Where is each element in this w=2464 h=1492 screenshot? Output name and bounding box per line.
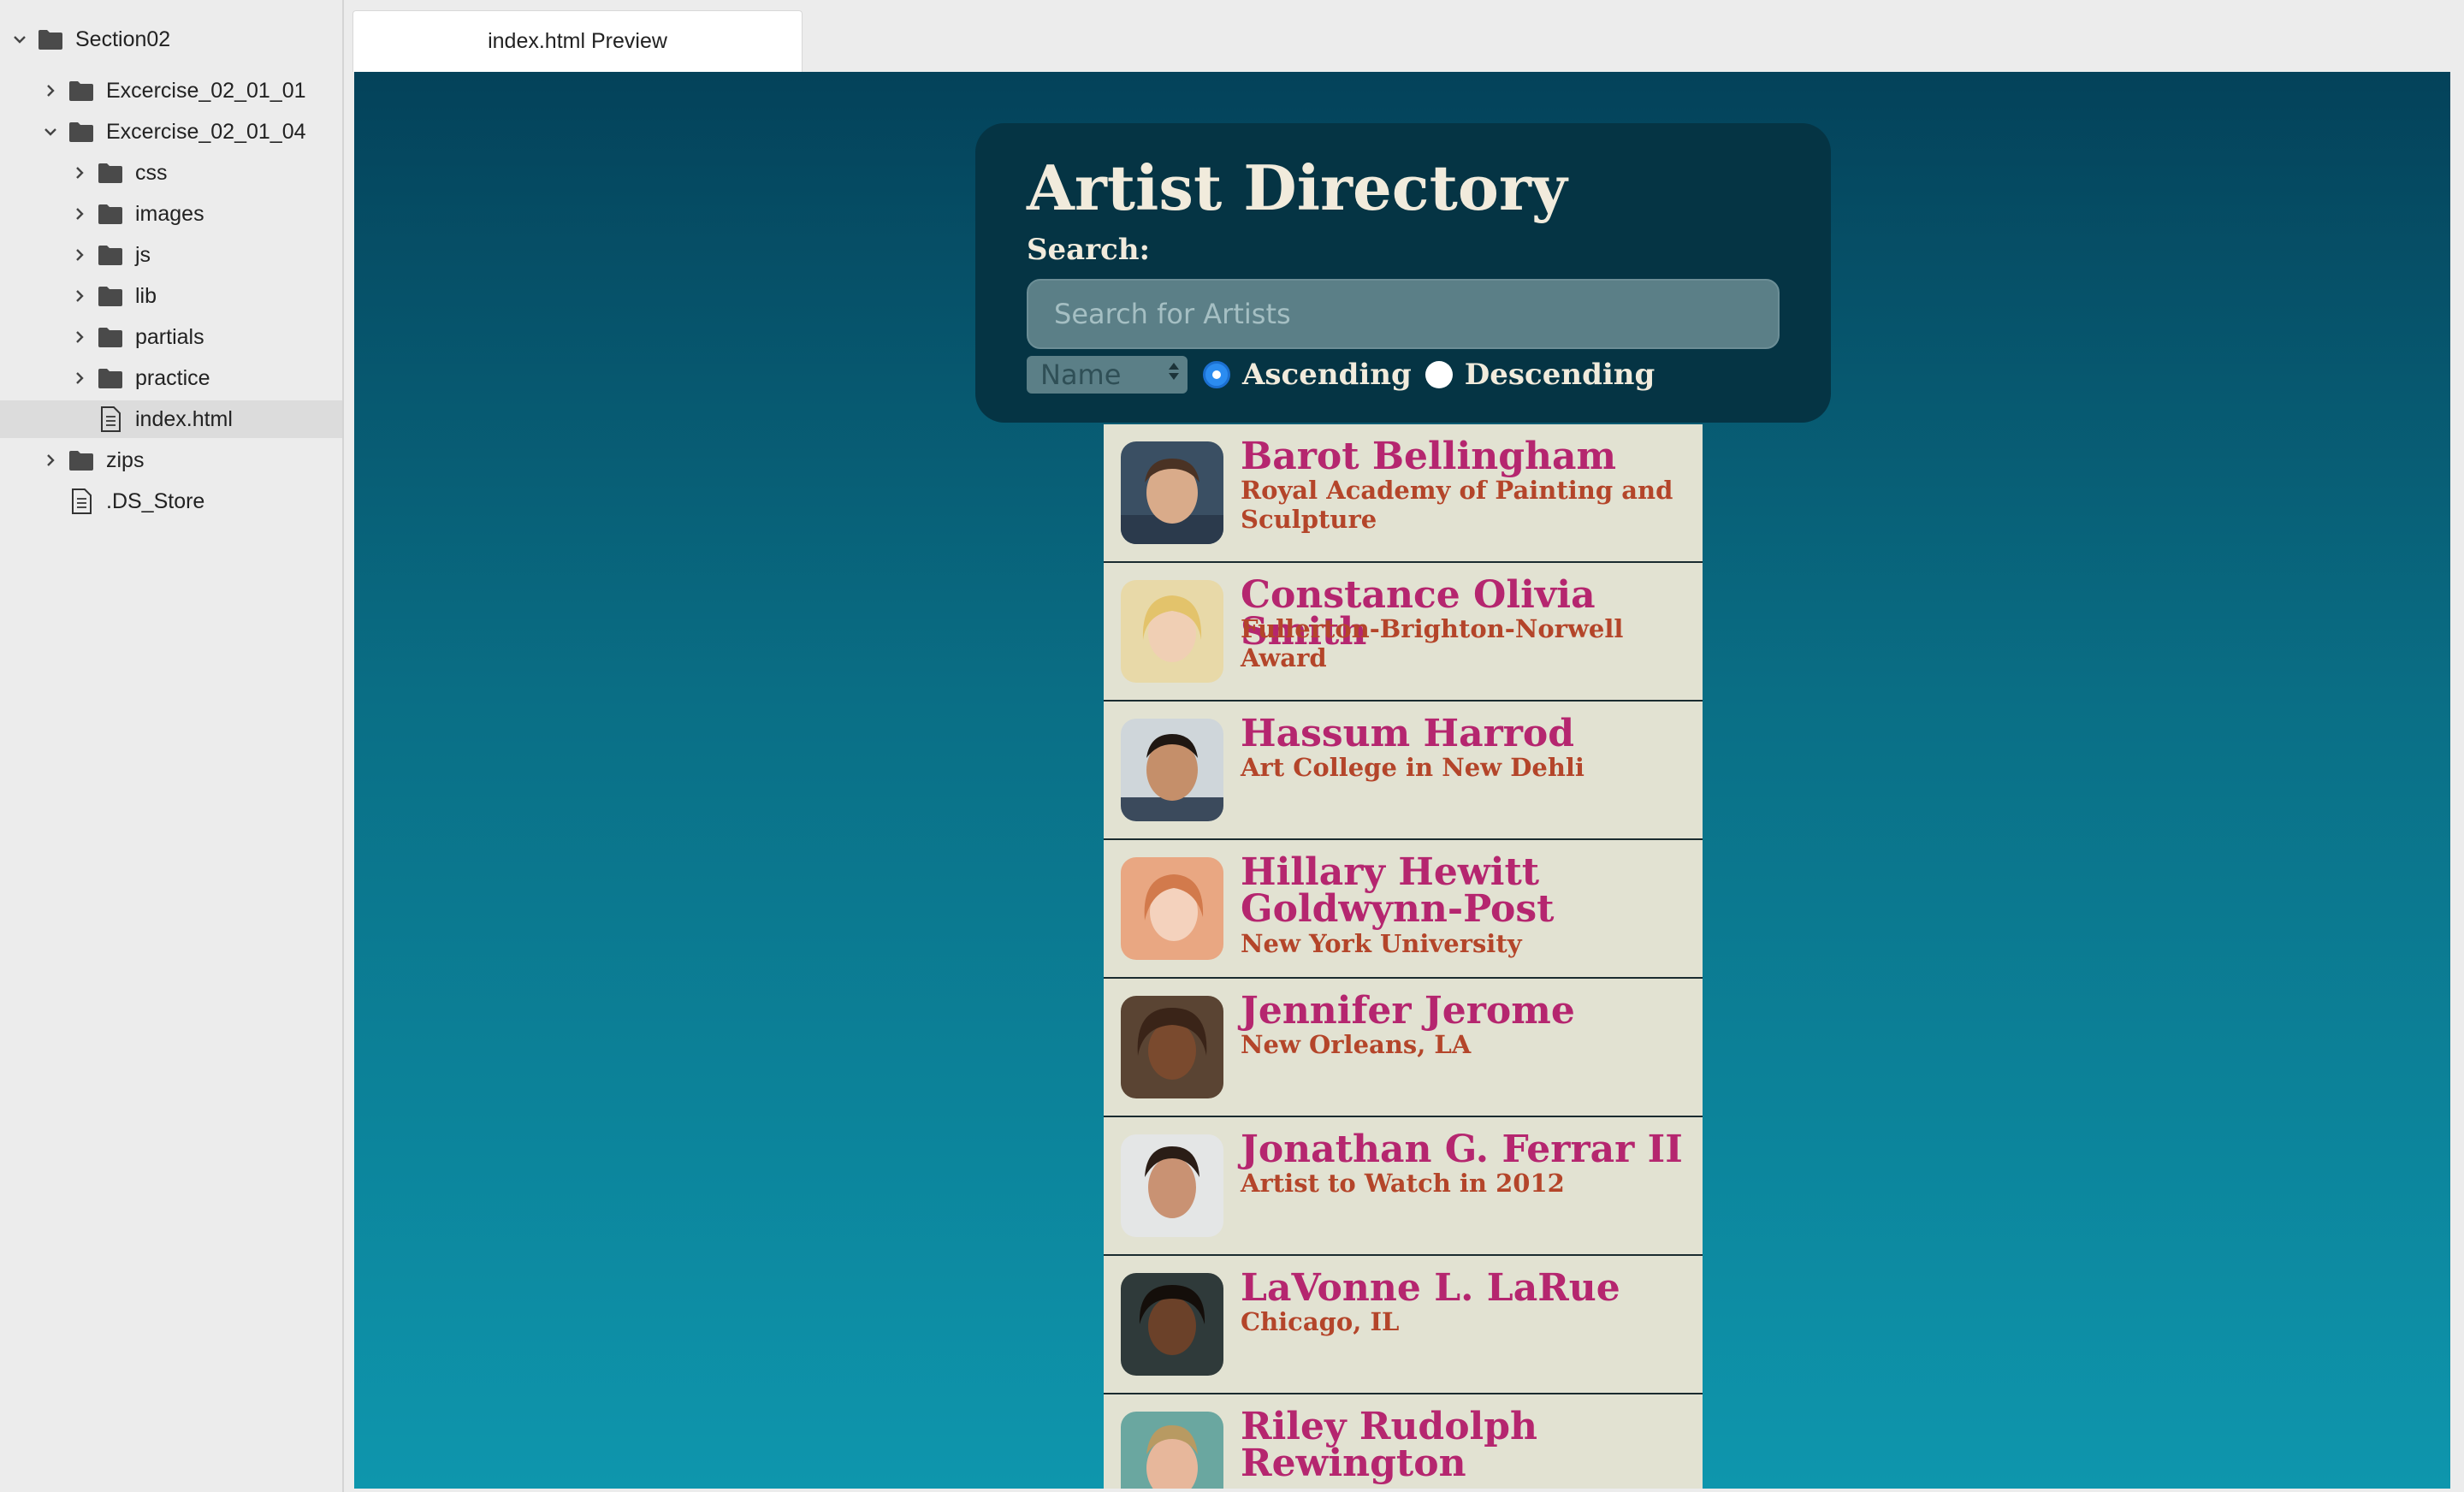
artist-name: Hillary Hewitt Goldwynn-Post — [1241, 850, 1555, 931]
artist-avatar — [1121, 1134, 1223, 1237]
artist-avatar — [1121, 1412, 1223, 1489]
tree-item-partials[interactable]: partials — [0, 318, 342, 356]
tree-item-label: practice — [135, 365, 210, 390]
artist-name: Riley Rudolph Rewington — [1241, 1405, 1538, 1485]
sort-field-select[interactable]: Name — [1027, 356, 1188, 394]
tree-item-practice[interactable]: practice — [0, 359, 342, 397]
chevron-right-icon[interactable] — [41, 451, 60, 470]
folder-icon — [98, 367, 123, 389]
tree-item-zips[interactable]: zips — [0, 441, 342, 479]
chevron-updown-icon — [1169, 363, 1179, 380]
tree-item-label: Section02 — [75, 27, 171, 51]
artist-reknown: Art College in New Dehli — [1241, 753, 1584, 782]
artist-reknown: Fullerton-Brighton-Norwell Award — [1241, 614, 1624, 672]
tree-item-label: lib — [135, 283, 157, 308]
artist-list-item[interactable]: Riley Rudolph Rewington — [1104, 1394, 1703, 1489]
artist-list-item[interactable]: Barot Bellingham Royal Academy of Painti… — [1104, 424, 1703, 563]
ascending-radio[interactable] — [1203, 361, 1230, 388]
tab-index-html-preview[interactable]: index.html Preview — [352, 10, 803, 72]
folder-icon — [68, 80, 94, 102]
chevron-right-icon[interactable] — [70, 204, 89, 223]
tree-item-ds-store[interactable]: .DS_Store — [0, 483, 342, 520]
chevron-right-icon[interactable] — [41, 81, 60, 100]
chevron-right-icon[interactable] — [70, 328, 89, 346]
tree-item-section02[interactable]: Section02 — [0, 21, 342, 58]
artist-name: Hassum Harrod — [1241, 712, 1575, 755]
sort-field-value: Name — [1040, 358, 1122, 391]
folder-icon — [68, 121, 94, 143]
tree-item-label: index.html — [135, 406, 233, 431]
artist-avatar — [1121, 441, 1223, 544]
folder-icon — [98, 244, 123, 266]
search-label: Search: — [1027, 233, 1151, 267]
search-input[interactable] — [1027, 279, 1780, 349]
file-tree-sidebar: Section02 Excercise_02_01_01 Excercise_0… — [0, 0, 344, 1492]
tree-item-js[interactable]: js — [0, 236, 342, 274]
artist-list-item[interactable]: Constance Olivia Smith Fullerton-Brighto… — [1104, 563, 1703, 702]
folder-icon — [98, 203, 123, 225]
ascending-label[interactable]: Ascending — [1242, 358, 1412, 392]
artist-reknown: New York University — [1241, 929, 1522, 958]
tree-item-label: js — [135, 242, 151, 267]
tree-item-label: zips — [106, 447, 145, 472]
chevron-right-icon[interactable] — [70, 287, 89, 305]
artist-list-item[interactable]: Hillary Hewitt Goldwynn-Post New York Un… — [1104, 840, 1703, 979]
file-icon — [70, 488, 92, 514]
chevron-down-icon[interactable] — [10, 30, 29, 49]
artist-avatar — [1121, 580, 1223, 683]
artist-list-item[interactable]: Hassum Harrod Art College in New Dehli — [1104, 702, 1703, 840]
artist-name: Barot Bellingham — [1241, 435, 1617, 478]
artist-name: Jonathan G. Ferrar II — [1241, 1128, 1683, 1171]
tree-item-label: .DS_Store — [106, 488, 205, 513]
artist-reknown: Artist to Watch in 2012 — [1241, 1169, 1565, 1198]
chevron-right-icon[interactable] — [70, 369, 89, 388]
artist-reknown: Chicago, IL — [1241, 1307, 1400, 1336]
artist-avatar — [1121, 996, 1223, 1098]
page-title: Artist Directory — [1027, 151, 1567, 224]
folder-icon — [68, 449, 94, 471]
artist-avatar — [1121, 719, 1223, 821]
descending-radio[interactable] — [1424, 361, 1453, 388]
preview-pane: Artist Directory Search: Name Ascending … — [354, 72, 2450, 1489]
tree-item-excercise-02-01-01[interactable]: Excercise_02_01_01 — [0, 72, 342, 110]
search-panel: Artist Directory Search: Name Ascending … — [975, 123, 1831, 423]
chevron-down-icon[interactable] — [41, 122, 60, 141]
artist-avatar — [1121, 857, 1223, 960]
tree-item-css[interactable]: css — [0, 154, 342, 192]
artist-reknown: Royal Academy of Painting and Sculpture — [1241, 476, 1673, 534]
tree-item-label: Excercise_02_01_04 — [106, 119, 306, 144]
tree-item-label: partials — [135, 324, 204, 349]
artist-reknown: New Orleans, LA — [1241, 1030, 1472, 1059]
artist-avatar — [1121, 1273, 1223, 1376]
artist-list: Barot Bellingham Royal Academy of Painti… — [1104, 424, 1703, 1489]
tree-item-lib[interactable]: lib — [0, 277, 342, 315]
folder-icon — [98, 162, 123, 184]
artist-list-item[interactable]: Jennifer Jerome New Orleans, LA — [1104, 979, 1703, 1117]
folder-icon — [98, 326, 123, 348]
chevron-right-icon[interactable] — [70, 163, 89, 182]
tree-item-excercise-02-01-04[interactable]: Excercise_02_01_04 — [0, 113, 342, 151]
tree-item-label: Excercise_02_01_01 — [106, 78, 306, 103]
folder-icon — [38, 28, 63, 50]
artist-name: LaVonne L. LaRue — [1241, 1266, 1620, 1310]
descending-label[interactable]: Descending — [1465, 358, 1656, 392]
artist-name: Jennifer Jerome — [1241, 989, 1575, 1033]
tab-label: index.html Preview — [488, 29, 667, 53]
tree-item-label: images — [135, 201, 204, 226]
file-icon — [99, 406, 121, 432]
artist-list-item[interactable]: Jonathan G. Ferrar II Artist to Watch in… — [1104, 1117, 1703, 1256]
tree-item-label: css — [135, 160, 168, 185]
sort-controls: Name Ascending Descending — [1027, 356, 1780, 394]
tree-item-index-html[interactable]: index.html — [0, 400, 342, 438]
chevron-right-icon[interactable] — [70, 246, 89, 264]
artist-list-item[interactable]: LaVonne L. LaRue Chicago, IL — [1104, 1256, 1703, 1394]
folder-icon — [98, 285, 123, 307]
tree-item-images[interactable]: images — [0, 195, 342, 233]
